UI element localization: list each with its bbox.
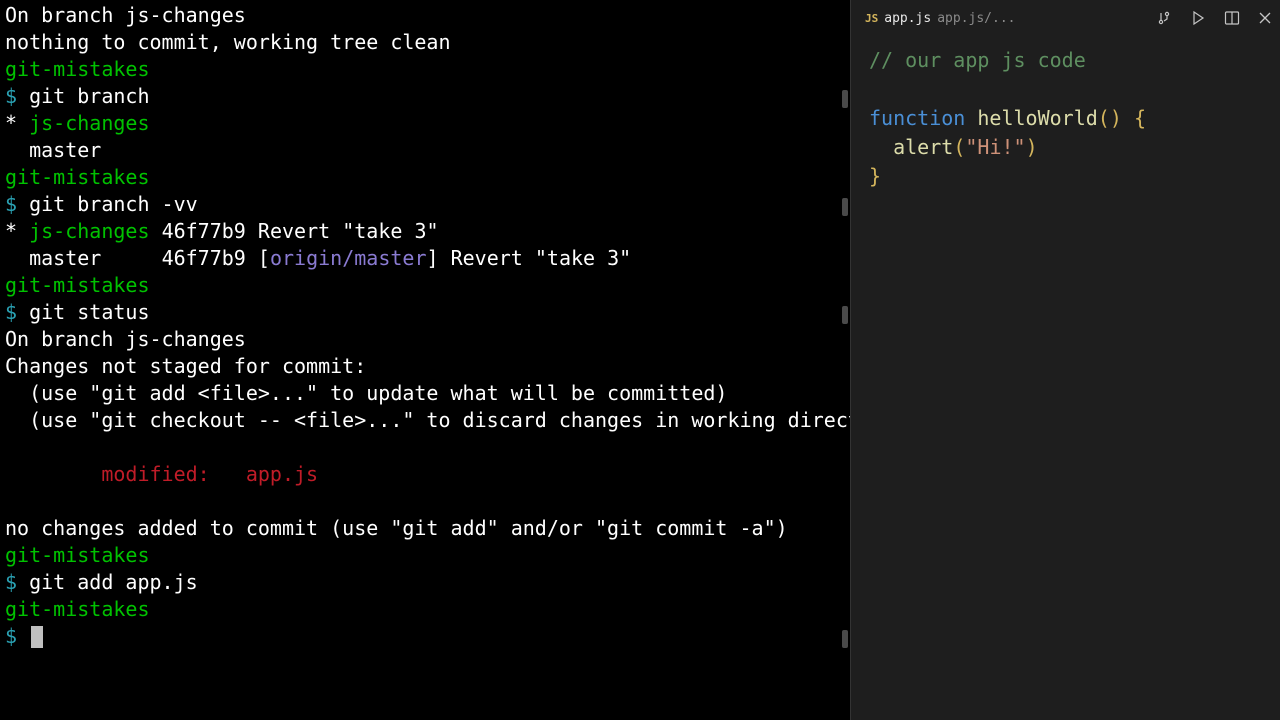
cwd-label: git-mistakes: [5, 597, 150, 621]
code-content: // our app js code function helloWorld()…: [869, 46, 1262, 191]
cwd-label: git-mistakes: [5, 57, 150, 81]
cwd-label: git-mistakes: [5, 543, 150, 567]
compare-changes-icon[interactable]: [1156, 10, 1172, 26]
status-no-changes-added: no changes added to commit (use "git add…: [5, 516, 788, 540]
prompt-symbol: $: [5, 570, 17, 594]
code-keyword-function: function: [869, 106, 965, 130]
branch-star: *: [5, 111, 17, 135]
branch-star: *: [5, 219, 17, 243]
run-icon[interactable]: [1190, 10, 1206, 26]
status-hint-add: (use "git add <file>..." to update what …: [5, 381, 727, 405]
prompt-symbol: $: [5, 192, 17, 216]
code-string: "Hi!": [965, 135, 1025, 159]
terminal-cursor[interactable]: [31, 626, 43, 648]
command-git-branch-vv: git branch -vv: [29, 192, 198, 216]
file-path: app.js/...: [937, 5, 1015, 32]
terminal-panel[interactable]: On branch js-changes nothing to commit, …: [0, 0, 850, 720]
status-clean-line: nothing to commit, working tree clean: [5, 30, 451, 54]
cwd-label: git-mistakes: [5, 165, 150, 189]
prompt-symbol: $: [5, 624, 17, 648]
terminal-output: On branch js-changes nothing to commit, …: [5, 2, 845, 650]
command-git-add: git add app.js: [29, 570, 198, 594]
scrollbar-thumb[interactable]: [842, 630, 848, 648]
close-icon[interactable]: [1258, 11, 1272, 25]
status-hint-checkout: (use "git checkout -- <file>..." to disc…: [5, 408, 850, 432]
scrollbar-thumb[interactable]: [842, 198, 848, 216]
branch-master-msg: Revert "take 3": [451, 246, 632, 270]
status-branch-line: On branch js-changes: [5, 3, 246, 27]
scrollbar-thumb[interactable]: [842, 90, 848, 108]
code-comment: // our app js code: [869, 48, 1086, 72]
editor-tabbar: JS app.js app.js/...: [851, 0, 1280, 36]
prompt-symbol: $: [5, 84, 17, 108]
status-not-staged: Changes not staged for commit:: [5, 354, 366, 378]
command-git-status: git status: [29, 300, 149, 324]
code-call-alert: alert: [893, 135, 953, 159]
branch-master: master: [29, 138, 101, 162]
branch-current-hash: 46f77b9: [162, 219, 246, 243]
status-branch-line: On branch js-changes: [5, 327, 246, 351]
branch-master-hash: 46f77b9: [162, 246, 246, 270]
branch-current-msg: Revert "take 3": [258, 219, 439, 243]
branch-master: master: [29, 246, 101, 270]
editor-panel: JS app.js app.js/...: [850, 0, 1280, 720]
status-modified-file: app.js: [246, 462, 318, 486]
editor-tab-appjs[interactable]: JS app.js app.js/...: [859, 5, 1022, 32]
scrollbar-thumb[interactable]: [842, 306, 848, 324]
status-modified-label: modified:: [101, 462, 246, 486]
cwd-label: git-mistakes: [5, 273, 150, 297]
code-editor[interactable]: // our app js code function helloWorld()…: [851, 36, 1280, 720]
prompt-symbol: $: [5, 300, 17, 324]
code-function-name: helloWorld: [977, 106, 1097, 130]
branch-current: js-changes: [29, 111, 149, 135]
branch-current: js-changes: [29, 219, 149, 243]
split-editor-icon[interactable]: [1224, 10, 1240, 26]
file-name: app.js: [884, 5, 931, 32]
file-language-badge: JS: [865, 5, 878, 32]
branch-upstream: origin/master: [270, 246, 427, 270]
command-git-branch: git branch: [29, 84, 149, 108]
